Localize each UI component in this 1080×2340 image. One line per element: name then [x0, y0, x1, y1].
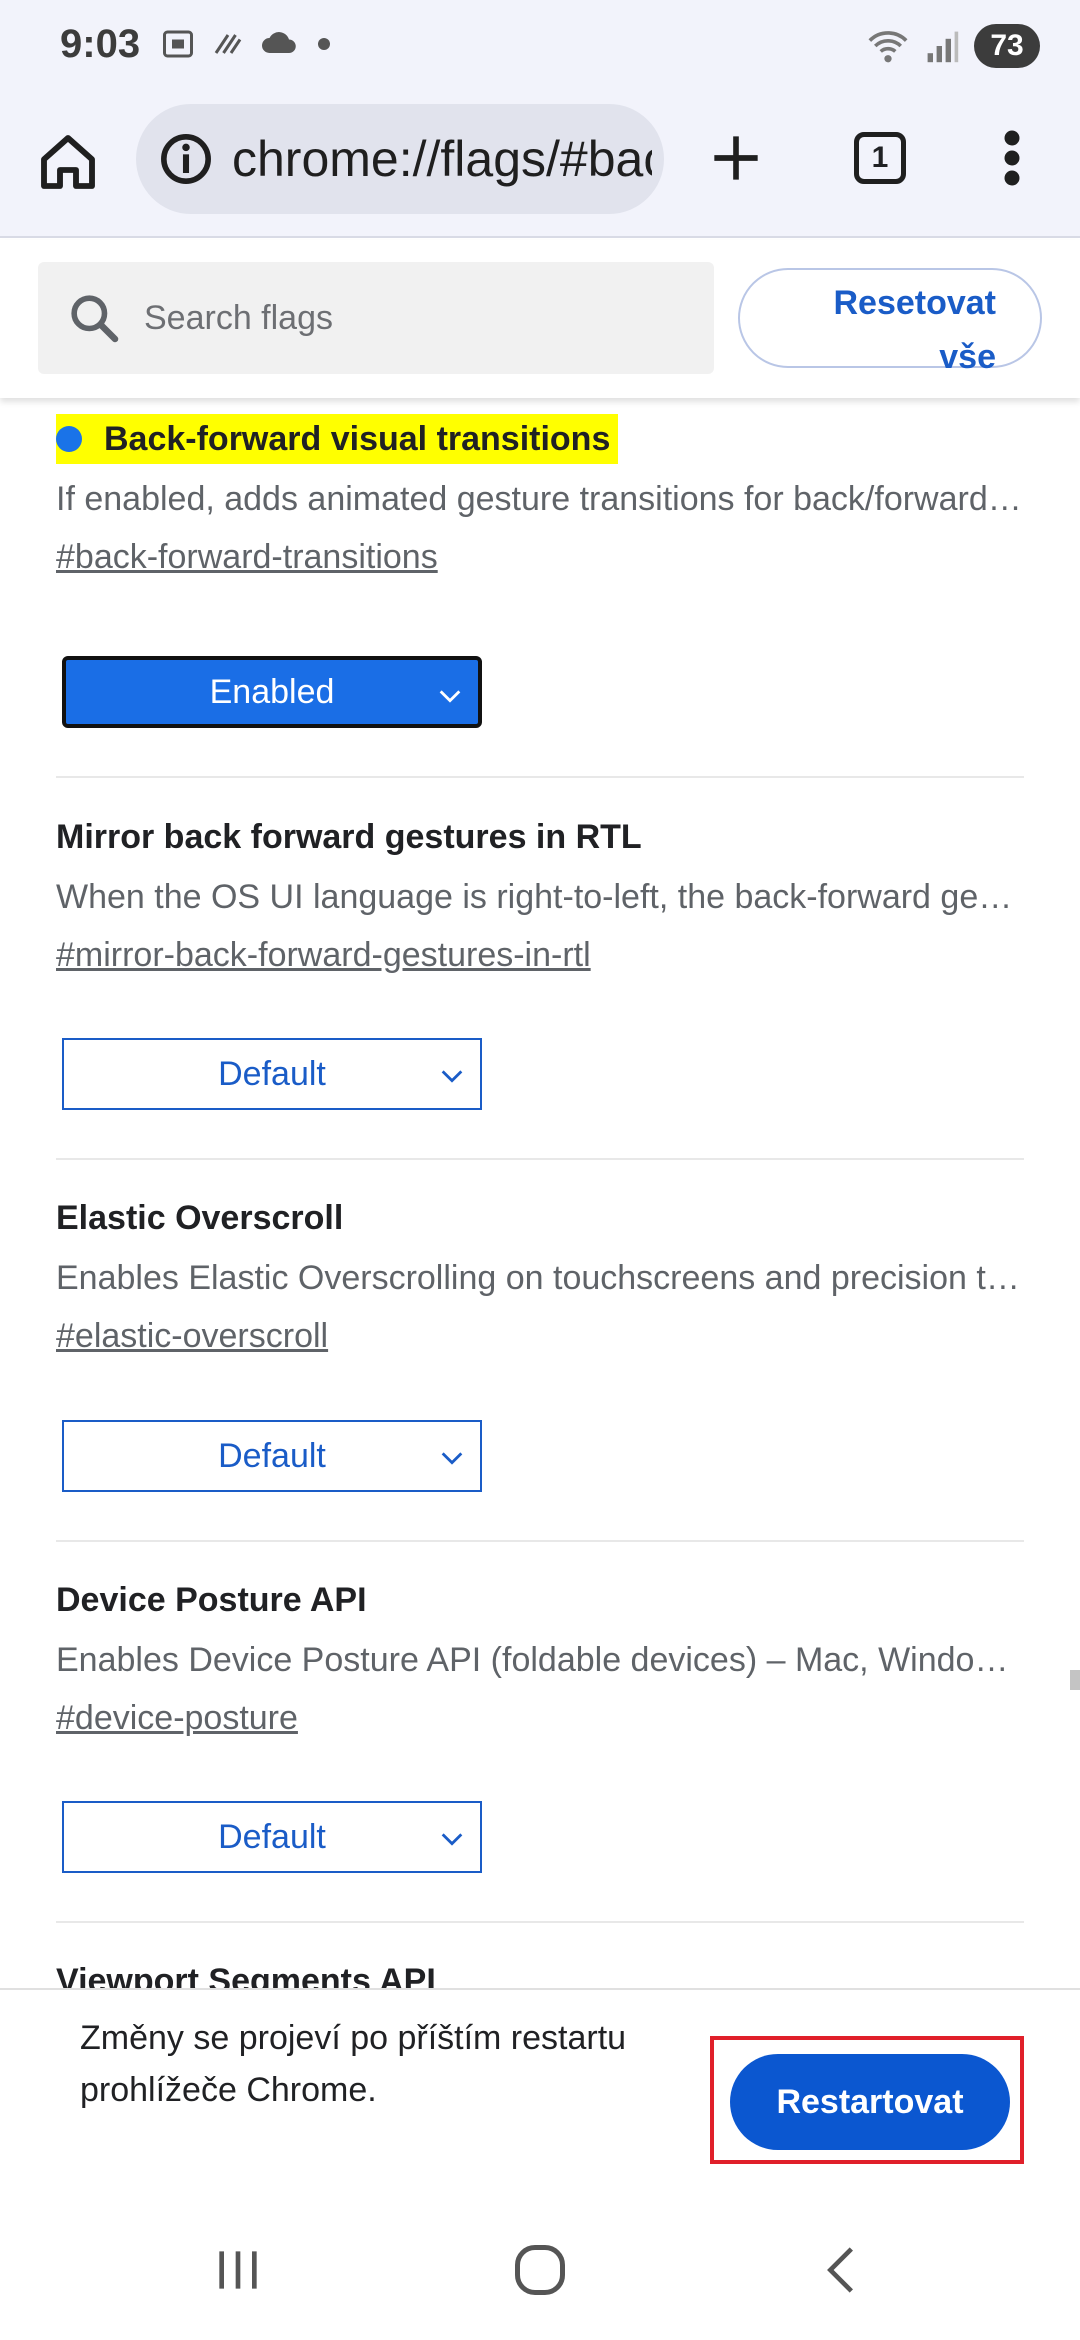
modified-indicator-dot — [56, 426, 82, 452]
chevron-down-icon — [441, 1452, 463, 1465]
flag-description: Enables Elastic Overscrolling on touchsc… — [56, 1259, 1024, 1297]
site-info-icon[interactable] — [158, 131, 214, 187]
system-nav-bar — [0, 2194, 1080, 2340]
flag-item: Back-forward visual transitions If enabl… — [56, 414, 1024, 582]
new-tab-button[interactable] — [700, 122, 772, 194]
nfc-icon — [214, 34, 242, 54]
divider — [56, 1540, 1024, 1542]
wifi-icon — [868, 31, 908, 63]
flag-state-value: Default — [218, 1817, 326, 1856]
screen: 9:03 73 chrome://flags/#back-forward-tra… — [0, 0, 1080, 2340]
plus-icon — [714, 136, 758, 180]
more-vert-icon — [1004, 130, 1020, 186]
signal-icon — [927, 31, 959, 63]
battery-indicator: 73 — [974, 24, 1040, 68]
flag-state-value: Enabled — [209, 672, 335, 711]
home-button[interactable] — [28, 122, 108, 202]
flag-title: Device Posture API — [56, 1581, 367, 1619]
tab-count: 1 — [854, 132, 906, 184]
flags-list: Back-forward visual transitions If enabl… — [0, 398, 1080, 1988]
flag-title: Mirror back forward gestures in RTL — [56, 818, 642, 856]
recent-apps-icon — [219, 2251, 257, 2289]
flag-link[interactable]: #elastic-overscroll — [56, 1311, 328, 1361]
flag-description: Enables Device Posture API (foldable dev… — [56, 1641, 1024, 1679]
flag-item: Device Posture API Enables Device Postur… — [56, 1575, 1024, 1743]
restart-message: Změny se projeví po příštím restartu pro… — [80, 2019, 627, 2109]
flag-state-value: Default — [218, 1054, 326, 1093]
flag-state-select[interactable]: Default — [62, 1038, 482, 1110]
cloud-icon — [262, 32, 296, 53]
search-icon — [71, 295, 119, 343]
tab-switcher-button[interactable]: 1 — [844, 122, 916, 194]
dot-icon — [318, 38, 330, 50]
status-time: 9:03 — [60, 22, 141, 66]
divider — [56, 776, 1024, 778]
overflow-menu-button[interactable] — [984, 122, 1040, 194]
flag-item: Viewport Segments API — [56, 1956, 1024, 1988]
home-circle-icon — [515, 2245, 565, 2295]
back-button[interactable] — [802, 2230, 882, 2310]
divider — [56, 1158, 1024, 1160]
flag-description: If enabled, adds animated gesture transi… — [56, 480, 1024, 518]
flag-item: Elastic Overscroll Enables Elastic Overs… — [56, 1193, 1024, 1361]
flag-state-select[interactable]: Enabled — [62, 656, 482, 728]
status-bar: 9:03 73 — [0, 0, 1080, 100]
status-icons-left — [160, 26, 334, 62]
flag-state-select[interactable]: Default — [62, 1420, 482, 1492]
home-icon — [41, 135, 95, 189]
scrollbar-thumb[interactable] — [1070, 1670, 1080, 1690]
flag-title: Viewport Segments API — [56, 1962, 436, 1988]
flag-title: Elastic Overscroll — [56, 1199, 344, 1237]
flag-state-select[interactable]: Default — [62, 1801, 482, 1873]
flag-description: When the OS UI language is right-to-left… — [56, 878, 1024, 916]
search-input[interactable] — [144, 298, 704, 338]
flag-link[interactable]: #mirror-back-forward-gestures-in-rtl — [56, 930, 591, 980]
chevron-down-icon — [441, 1070, 463, 1083]
home-nav-button[interactable] — [500, 2230, 580, 2310]
back-chevron-icon — [827, 2247, 853, 2293]
search-box[interactable] — [38, 262, 714, 374]
divider — [56, 1921, 1024, 1923]
chevron-down-icon — [439, 690, 461, 703]
flag-link[interactable]: #back-forward-transitions — [56, 532, 438, 582]
flag-title-text: Back-forward visual transitions — [104, 420, 611, 458]
chevron-down-icon — [441, 1833, 463, 1846]
flag-link[interactable]: #device-posture — [56, 1693, 298, 1743]
url-text: chrome://flags/#back-forward-transitions — [232, 131, 652, 187]
reset-all-button[interactable]: Resetovat vše — [738, 268, 1042, 376]
recent-apps-button[interactable] — [198, 2230, 278, 2310]
address-bar[interactable]: chrome://flags/#back-forward-transitions — [136, 104, 664, 214]
browser-toolbar: chrome://flags/#back-forward-transitions… — [0, 100, 1080, 238]
screenshot-icon — [163, 30, 193, 58]
restart-button[interactable]: Restartovat — [730, 2054, 1010, 2150]
flag-state-value: Default — [218, 1436, 326, 1475]
restart-bar: Změny se projeví po příštím restartu pro… — [0, 1988, 1080, 2194]
flag-item: Mirror back forward gestures in RTL When… — [56, 812, 1024, 980]
flag-title-highlighted: Back-forward visual transitions — [56, 414, 619, 464]
flags-search-header: Resetovat vše — [0, 240, 1080, 398]
status-icons-right: 73 — [866, 24, 1040, 68]
